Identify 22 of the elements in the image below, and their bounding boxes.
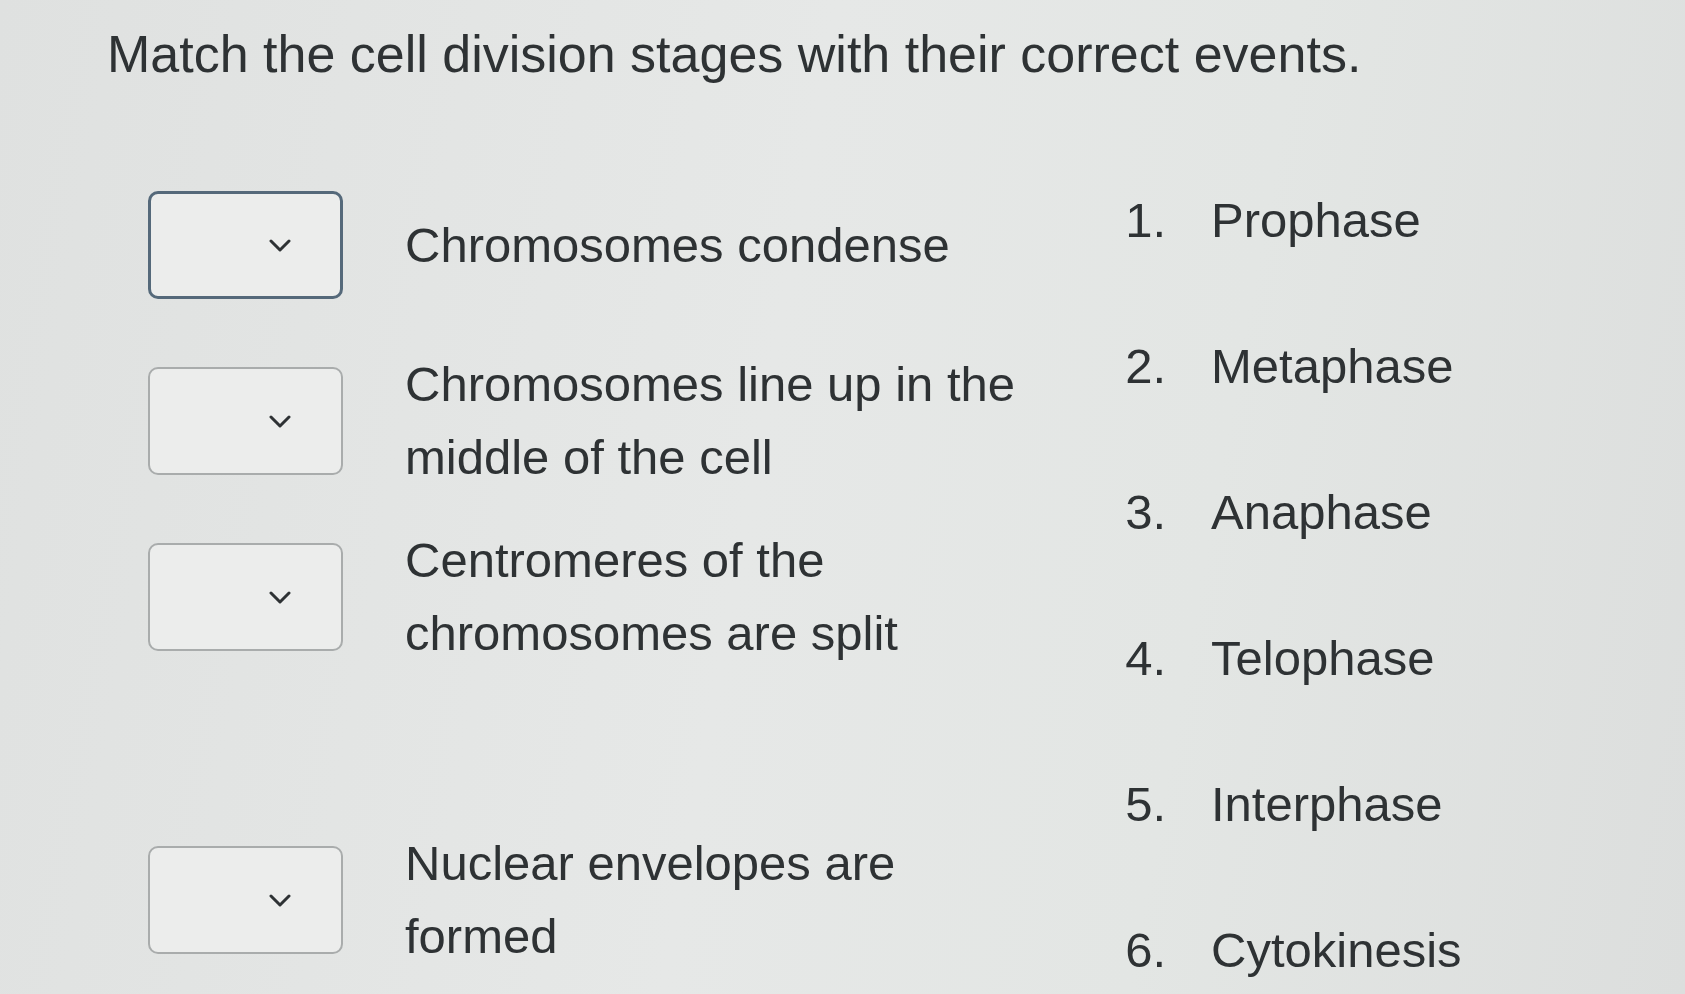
chevron-down-icon xyxy=(268,893,291,907)
list-number: 5. xyxy=(1124,776,1166,833)
statement-text: Centromeres of the chromosomes are split xyxy=(405,532,899,662)
stage-label: Telophase xyxy=(1211,630,1435,687)
stage-label: Cytokinesis xyxy=(1211,922,1462,979)
statement-text: Chromosomes line up in the middle of the cell xyxy=(405,356,1017,486)
list-number: 3. xyxy=(1124,484,1166,541)
chevron-down-icon xyxy=(268,414,291,428)
list-number: 4. xyxy=(1124,630,1166,687)
stage-label: Anaphase xyxy=(1211,484,1432,541)
question-title: Match the cell division stages with their correct events. xyxy=(107,24,1363,85)
statement-text: Nuclear envelopes are formed xyxy=(405,835,897,965)
chevron-down-icon xyxy=(268,590,291,604)
list-number: 6. xyxy=(1124,922,1166,979)
answer-dropdown[interactable] xyxy=(148,191,343,299)
stage-label: Interphase xyxy=(1211,776,1443,833)
statement-text: Chromosomes condense xyxy=(405,216,951,274)
chevron-down-icon xyxy=(268,238,291,252)
list-number: 1. xyxy=(1124,192,1166,249)
stage-label: Prophase xyxy=(1211,192,1421,249)
stage-label: Metaphase xyxy=(1211,338,1454,395)
list-number: 2. xyxy=(1124,338,1166,395)
